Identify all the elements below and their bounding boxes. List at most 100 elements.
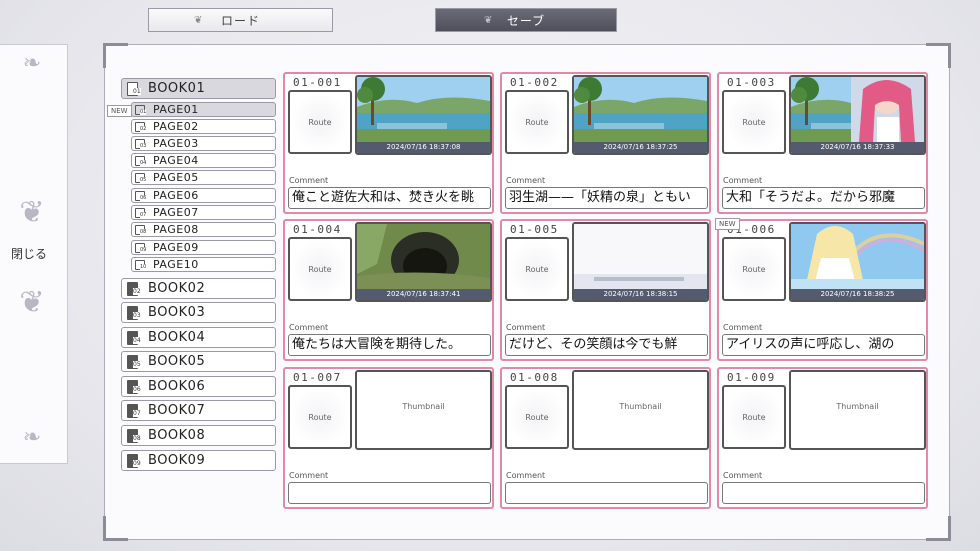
comment-field[interactable] — [722, 482, 925, 504]
book-label: BOOK01 — [148, 81, 206, 96]
thumbnail-placeholder-label: Thumbnail — [836, 402, 879, 411]
page-label: PAGE01 — [153, 103, 199, 116]
book-item[interactable]: 07 BOOK07 — [121, 400, 276, 421]
slot-date: 2024/07/16 18:37:33 — [791, 142, 924, 153]
route-icon: Route — [722, 90, 786, 154]
book-item[interactable]: 04 BOOK04 — [121, 327, 276, 348]
page-label: PAGE06 — [153, 189, 199, 202]
new-badge: NEW — [107, 105, 132, 117]
page-icon: 01 — [135, 104, 147, 115]
thumbnail-image — [574, 77, 707, 142]
close-button-label: 閉じる — [11, 247, 48, 261]
comment-field[interactable]: 羽生湖——「妖精の泉」ともい — [505, 187, 708, 209]
slot-thumbnail: 2024/07/16 18:37:33 — [789, 75, 926, 155]
route-icon: Route — [288, 385, 352, 449]
comment-field[interactable]: 大和「そうだよ。だから邪魔 — [722, 187, 925, 209]
page-number: 02 — [140, 125, 147, 132]
close-panel[interactable]: ❧ ❦ 閉じる ❦ ❧ — [0, 44, 68, 464]
page-label: PAGE02 — [153, 120, 199, 133]
page-number: 01 — [140, 108, 147, 115]
slot-date: 2024/07/16 18:38:25 — [791, 289, 924, 300]
book-item[interactable]: 02 BOOK02 — [121, 278, 276, 299]
save-slot[interactable]: 01-001 Route 2024/07/16 18:37:08 Comment 俺こと… — [283, 72, 494, 214]
thumbnail-image — [791, 224, 924, 289]
route-label: Route — [308, 264, 332, 274]
comment-field[interactable] — [288, 482, 491, 504]
thumbnail-placeholder-label: Thumbnail — [619, 402, 662, 411]
slot-number: 01-004 — [293, 223, 342, 236]
route-label: Route — [742, 412, 766, 422]
slot-thumbnail: Thumbnail — [355, 370, 492, 450]
book-item[interactable]: 09 BOOK09 — [121, 450, 276, 471]
book-item[interactable]: 03 BOOK03 — [121, 302, 276, 323]
save-slot[interactable]: 01-003 Route 2024/07/16 18:37:33 Comment 大和「… — [717, 72, 928, 214]
save-slot[interactable]: 01-004 Route 2024/07/16 18:37:41 Comment 俺たち… — [283, 219, 494, 361]
comment-label: Comment — [723, 176, 763, 185]
page-item[interactable]: 09 PAGE09 — [131, 240, 276, 255]
save-slot[interactable]: 01-006 Route 2024/07/16 18:38:25 Comment アイリ… — [715, 218, 928, 361]
book-item[interactable]: 08 BOOK08 — [121, 425, 276, 446]
comment-field[interactable] — [505, 482, 708, 504]
comment-label: Comment — [289, 323, 329, 332]
comment-field[interactable]: アイリスの声に呼応し、湖の — [722, 334, 925, 356]
page-item[interactable]: 06 PAGE06 — [131, 188, 276, 203]
book-item[interactable]: 06 BOOK06 — [121, 376, 276, 397]
page-item[interactable]: 08 PAGE08 — [131, 222, 276, 237]
book-number: 08 — [133, 434, 141, 442]
comment-label: Comment — [506, 471, 546, 480]
comment-label: Comment — [506, 176, 546, 185]
save-slot[interactable]: 01-009 Route Thumbnail Comment — [717, 367, 928, 509]
slot-thumbnail: Thumbnail — [572, 370, 709, 450]
page-label: PAGE10 — [153, 258, 199, 271]
save-slot[interactable]: 01-008 Route Thumbnail Comment — [500, 367, 711, 509]
book-label: BOOK09 — [148, 453, 206, 468]
page-item[interactable]: 05 PAGE05 — [131, 170, 276, 185]
comment-label: Comment — [723, 471, 763, 480]
page-label: PAGE08 — [153, 223, 199, 236]
comment-label: Comment — [506, 323, 546, 332]
thumbnail-image — [574, 224, 707, 289]
tab-load[interactable]: ❦ ロード — [148, 8, 333, 32]
book-item[interactable]: 05 BOOK05 — [121, 351, 276, 372]
page-icon: 02 — [135, 121, 147, 132]
page-icon: 05 — [135, 172, 147, 183]
route-icon: Route — [288, 90, 352, 154]
book-item[interactable]: 01 BOOK01 — [121, 78, 276, 99]
book-icon: 05 — [127, 354, 141, 369]
ornament-icon: ❧ — [22, 425, 42, 450]
slot-number: 01-001 — [293, 76, 342, 89]
ornament-icon: ❦ — [194, 14, 204, 26]
slot-thumbnail: Thumbnail — [789, 370, 926, 450]
slot-thumbnail: 2024/07/16 18:37:41 — [355, 222, 492, 302]
comment-field[interactable]: 俺こと遊佐大和は、焚き火を眺 — [288, 187, 491, 209]
book-number: 05 — [133, 360, 141, 368]
page-item[interactable]: 04 PAGE04 — [131, 153, 276, 168]
book-icon: 01 — [127, 81, 141, 96]
comment-field[interactable]: 俺たちは大冒険を期待した。 — [288, 334, 491, 356]
frame-corner — [103, 516, 128, 541]
page-item[interactable]: 03 PAGE03 — [131, 136, 276, 151]
book-label: BOOK05 — [148, 354, 206, 369]
route-label: Route — [525, 117, 549, 127]
book-number: 04 — [133, 336, 141, 344]
ornament-icon: ❦ — [19, 195, 45, 230]
save-slot[interactable]: 01-005 Route 2024/07/16 18:38:15 Comment だけど… — [500, 219, 711, 361]
frame-corner — [926, 43, 951, 68]
comment-field[interactable]: だけど、その笑顔は今でも鮮 — [505, 334, 708, 356]
slot-number: 01-008 — [510, 371, 559, 384]
save-slot[interactable]: 01-007 Route Thumbnail Comment — [283, 367, 494, 509]
comment-label: Comment — [723, 323, 763, 332]
new-badge: NEW — [715, 218, 740, 230]
frame-corner — [926, 516, 951, 541]
page-item[interactable]: 07 PAGE07 — [131, 205, 276, 220]
page-item[interactable]: 10 PAGE10 — [131, 257, 276, 272]
save-slot[interactable]: 01-002 Route 2024/07/16 18:37:25 Comment 羽生湖… — [500, 72, 711, 214]
tab-save[interactable]: ❦ セーブ — [435, 8, 617, 32]
book-label: BOOK04 — [148, 330, 206, 345]
page-number: 05 — [140, 176, 147, 183]
page-item[interactable]: 02 PAGE02 — [131, 119, 276, 134]
slot-number: 01-003 — [727, 76, 776, 89]
page-label: PAGE03 — [153, 137, 199, 150]
route-label: Route — [308, 117, 332, 127]
page-item[interactable]: 01 PAGE01 — [131, 102, 276, 117]
